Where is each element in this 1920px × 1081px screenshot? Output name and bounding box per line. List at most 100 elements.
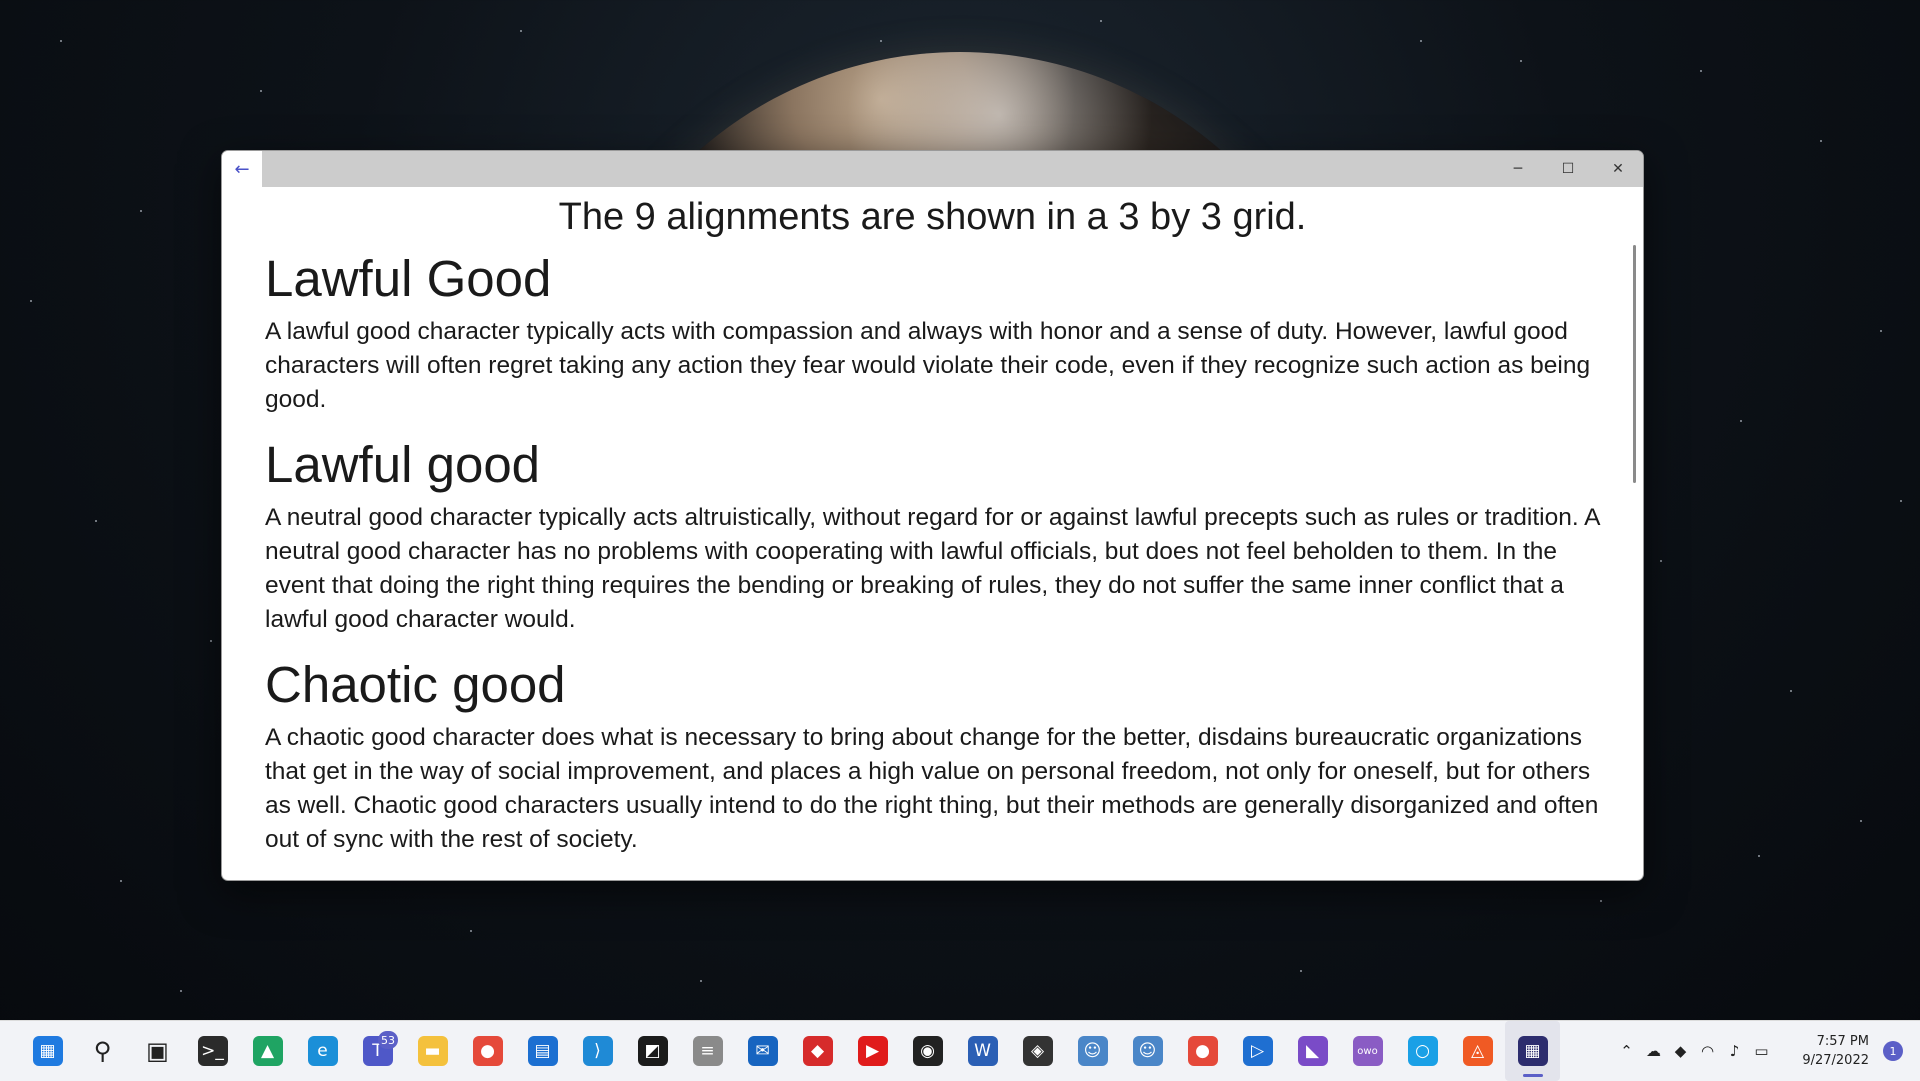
taskbar-button[interactable]: ▣ — [130, 1021, 185, 1081]
taskbar-apps: ▦ ⚲ ▣ >_ ▲ e T 53 ▬ ● ▤ ⟩ ◩ ≡ ✉ ◆ ▶ ◉ W ◈ ☺ ☺ ● ▷ ◣ owo ○ ◬ ▦ — [20, 1021, 1560, 1081]
dropbox-icon[interactable]: ◆ — [1667, 1021, 1694, 1081]
notification-badge[interactable]: 1 — [1883, 1041, 1903, 1061]
database-icon: ≡ — [692, 1036, 723, 1066]
taskbar-button[interactable]: ▬ — [405, 1021, 460, 1081]
star — [1520, 60, 1522, 62]
taskbar-button[interactable]: e — [295, 1021, 350, 1081]
clock-date: 9/27/2022 — [1802, 1053, 1869, 1068]
section-body: A neutral good character typically acts … — [265, 504, 1600, 633]
taskbar-button[interactable]: >_ — [185, 1021, 240, 1081]
star — [1100, 20, 1102, 22]
title-bar[interactable]: ← ─ ☐ ✕ — [222, 151, 1643, 187]
star — [180, 990, 182, 992]
terminal-icon: >_ — [197, 1036, 228, 1066]
taskbar-button[interactable]: ▶ — [845, 1021, 900, 1081]
minimize-button[interactable]: ─ — [1493, 151, 1543, 187]
visual-studio-icon: ◣ — [1297, 1036, 1328, 1066]
back-button[interactable]: ← — [222, 151, 262, 187]
star — [1740, 420, 1742, 422]
github-icon: ◉ — [912, 1036, 943, 1066]
star — [140, 210, 142, 212]
owo-icon: owo — [1352, 1036, 1383, 1066]
taskbar-button[interactable]: owo — [1340, 1021, 1395, 1081]
brave-icon: ◬ — [1462, 1036, 1493, 1066]
sections-list: Lawful Good A lawful good character typic… — [222, 249, 1643, 857]
star — [30, 300, 32, 302]
star — [1420, 40, 1422, 42]
vscode-icon: ⟩ — [582, 1036, 613, 1066]
tray-icons: ⌃ ☁ ◆ ◠ ♪ ▭ — [1613, 1021, 1775, 1081]
star — [1300, 970, 1302, 972]
star — [1880, 330, 1882, 332]
star — [470, 930, 472, 932]
teams-badge: 53 — [378, 1031, 398, 1049]
taskbar-button[interactable]: ◣ — [1285, 1021, 1340, 1081]
taskbar-button[interactable]: ◩ — [625, 1021, 680, 1081]
scrollbar[interactable] — [1633, 245, 1636, 483]
godot-2-icon: ☺ — [1132, 1036, 1163, 1066]
taskbar-button[interactable]: ▦ — [20, 1021, 75, 1081]
close-button[interactable]: ✕ — [1593, 151, 1643, 187]
alignment-section: Lawful Good A lawful good character typic… — [222, 249, 1643, 417]
maximize-button[interactable]: ☐ — [1543, 151, 1593, 187]
taskbar-button[interactable]: ◈ — [1010, 1021, 1065, 1081]
word-icon: W — [967, 1036, 998, 1066]
file-explorer-icon: ▬ — [417, 1036, 448, 1066]
alignment-section: Chaotic good A chaotic good character doe… — [222, 655, 1643, 857]
app-icon: ◩ — [637, 1036, 668, 1066]
taskbar-button[interactable]: ◆ — [790, 1021, 845, 1081]
chrome-canary-icon: ● — [1187, 1036, 1218, 1066]
section-body: A lawful good character typically acts w… — [265, 318, 1591, 413]
volume-icon[interactable]: ♪ — [1721, 1021, 1748, 1081]
taskbar-button[interactable]: ⚲ — [75, 1021, 130, 1081]
clock-time: 7:57 PM — [1816, 1034, 1869, 1049]
taskbar-button[interactable]: ≡ — [680, 1021, 735, 1081]
taskbar-button[interactable]: ▷ — [1230, 1021, 1285, 1081]
star — [1820, 140, 1822, 142]
google-drive-icon: ▲ — [252, 1036, 283, 1066]
taskbar-button[interactable]: ◬ — [1450, 1021, 1505, 1081]
media-player-icon: ▷ — [1242, 1036, 1273, 1066]
search-icon: ⚲ — [93, 1037, 112, 1065]
taskbar-button[interactable]: ◉ — [900, 1021, 955, 1081]
taskbar-button[interactable]: ▲ — [240, 1021, 295, 1081]
taskbar: ▦ ⚲ ▣ >_ ▲ e T 53 ▬ ● ▤ ⟩ ◩ ≡ ✉ ◆ ▶ ◉ W ◈ ☺ ☺ ● ▷ ◣ owo ○ ◬ ▦ ⌃ ☁ ◆ ◠ ♪ ▭… — [0, 1020, 1920, 1081]
star — [260, 90, 262, 92]
star — [210, 640, 212, 642]
onedrive-icon[interactable]: ☁ — [1640, 1021, 1667, 1081]
close-icon: ✕ — [1612, 161, 1624, 177]
store-icon: ▤ — [527, 1036, 558, 1066]
battery-icon[interactable]: ▭ — [1748, 1021, 1775, 1081]
taskbar-button[interactable]: ○ — [1395, 1021, 1450, 1081]
minimize-icon: ─ — [1513, 161, 1523, 177]
maximize-icon: ☐ — [1561, 161, 1575, 177]
youtube-music-icon: ▶ — [857, 1036, 888, 1066]
window-controls: ─ ☐ ✕ — [1493, 151, 1643, 187]
taskbar-button[interactable]: ▦ — [1505, 1021, 1560, 1081]
star — [60, 40, 62, 42]
taskbar-button[interactable]: ☺ — [1120, 1021, 1175, 1081]
mail-icon: ✉ — [747, 1036, 778, 1066]
taskbar-button[interactable]: ☺ — [1065, 1021, 1120, 1081]
taskbar-button[interactable]: ● — [1175, 1021, 1230, 1081]
app-window: ← ─ ☐ ✕ The 9 alignments are shown in a … — [221, 150, 1644, 881]
active-indicator — [1523, 1074, 1543, 1077]
taskbar-button[interactable]: ▤ — [515, 1021, 570, 1081]
cortana-icon: ○ — [1407, 1036, 1438, 1066]
taskbar-button[interactable]: T 53 — [350, 1021, 405, 1081]
taskbar-button[interactable]: W — [955, 1021, 1010, 1081]
chevron-up-icon[interactable]: ⌃ — [1613, 1021, 1640, 1081]
content-area[interactable]: The 9 alignments are shown in a 3 by 3 g… — [222, 187, 1643, 880]
taskbar-button[interactable]: ✉ — [735, 1021, 790, 1081]
unity-icon: ◈ — [1022, 1036, 1053, 1066]
star — [1600, 900, 1602, 902]
app-red-icon: ◆ — [802, 1036, 833, 1066]
section-heading: Lawful Good — [265, 250, 552, 307]
star — [95, 520, 97, 522]
taskbar-button[interactable]: ● — [460, 1021, 515, 1081]
wifi-icon[interactable]: ◠ — [1694, 1021, 1721, 1081]
star — [1700, 70, 1702, 72]
star — [1758, 855, 1760, 857]
clock[interactable]: 7:57 PM 9/27/2022 — [1781, 1032, 1869, 1070]
taskbar-button[interactable]: ⟩ — [570, 1021, 625, 1081]
